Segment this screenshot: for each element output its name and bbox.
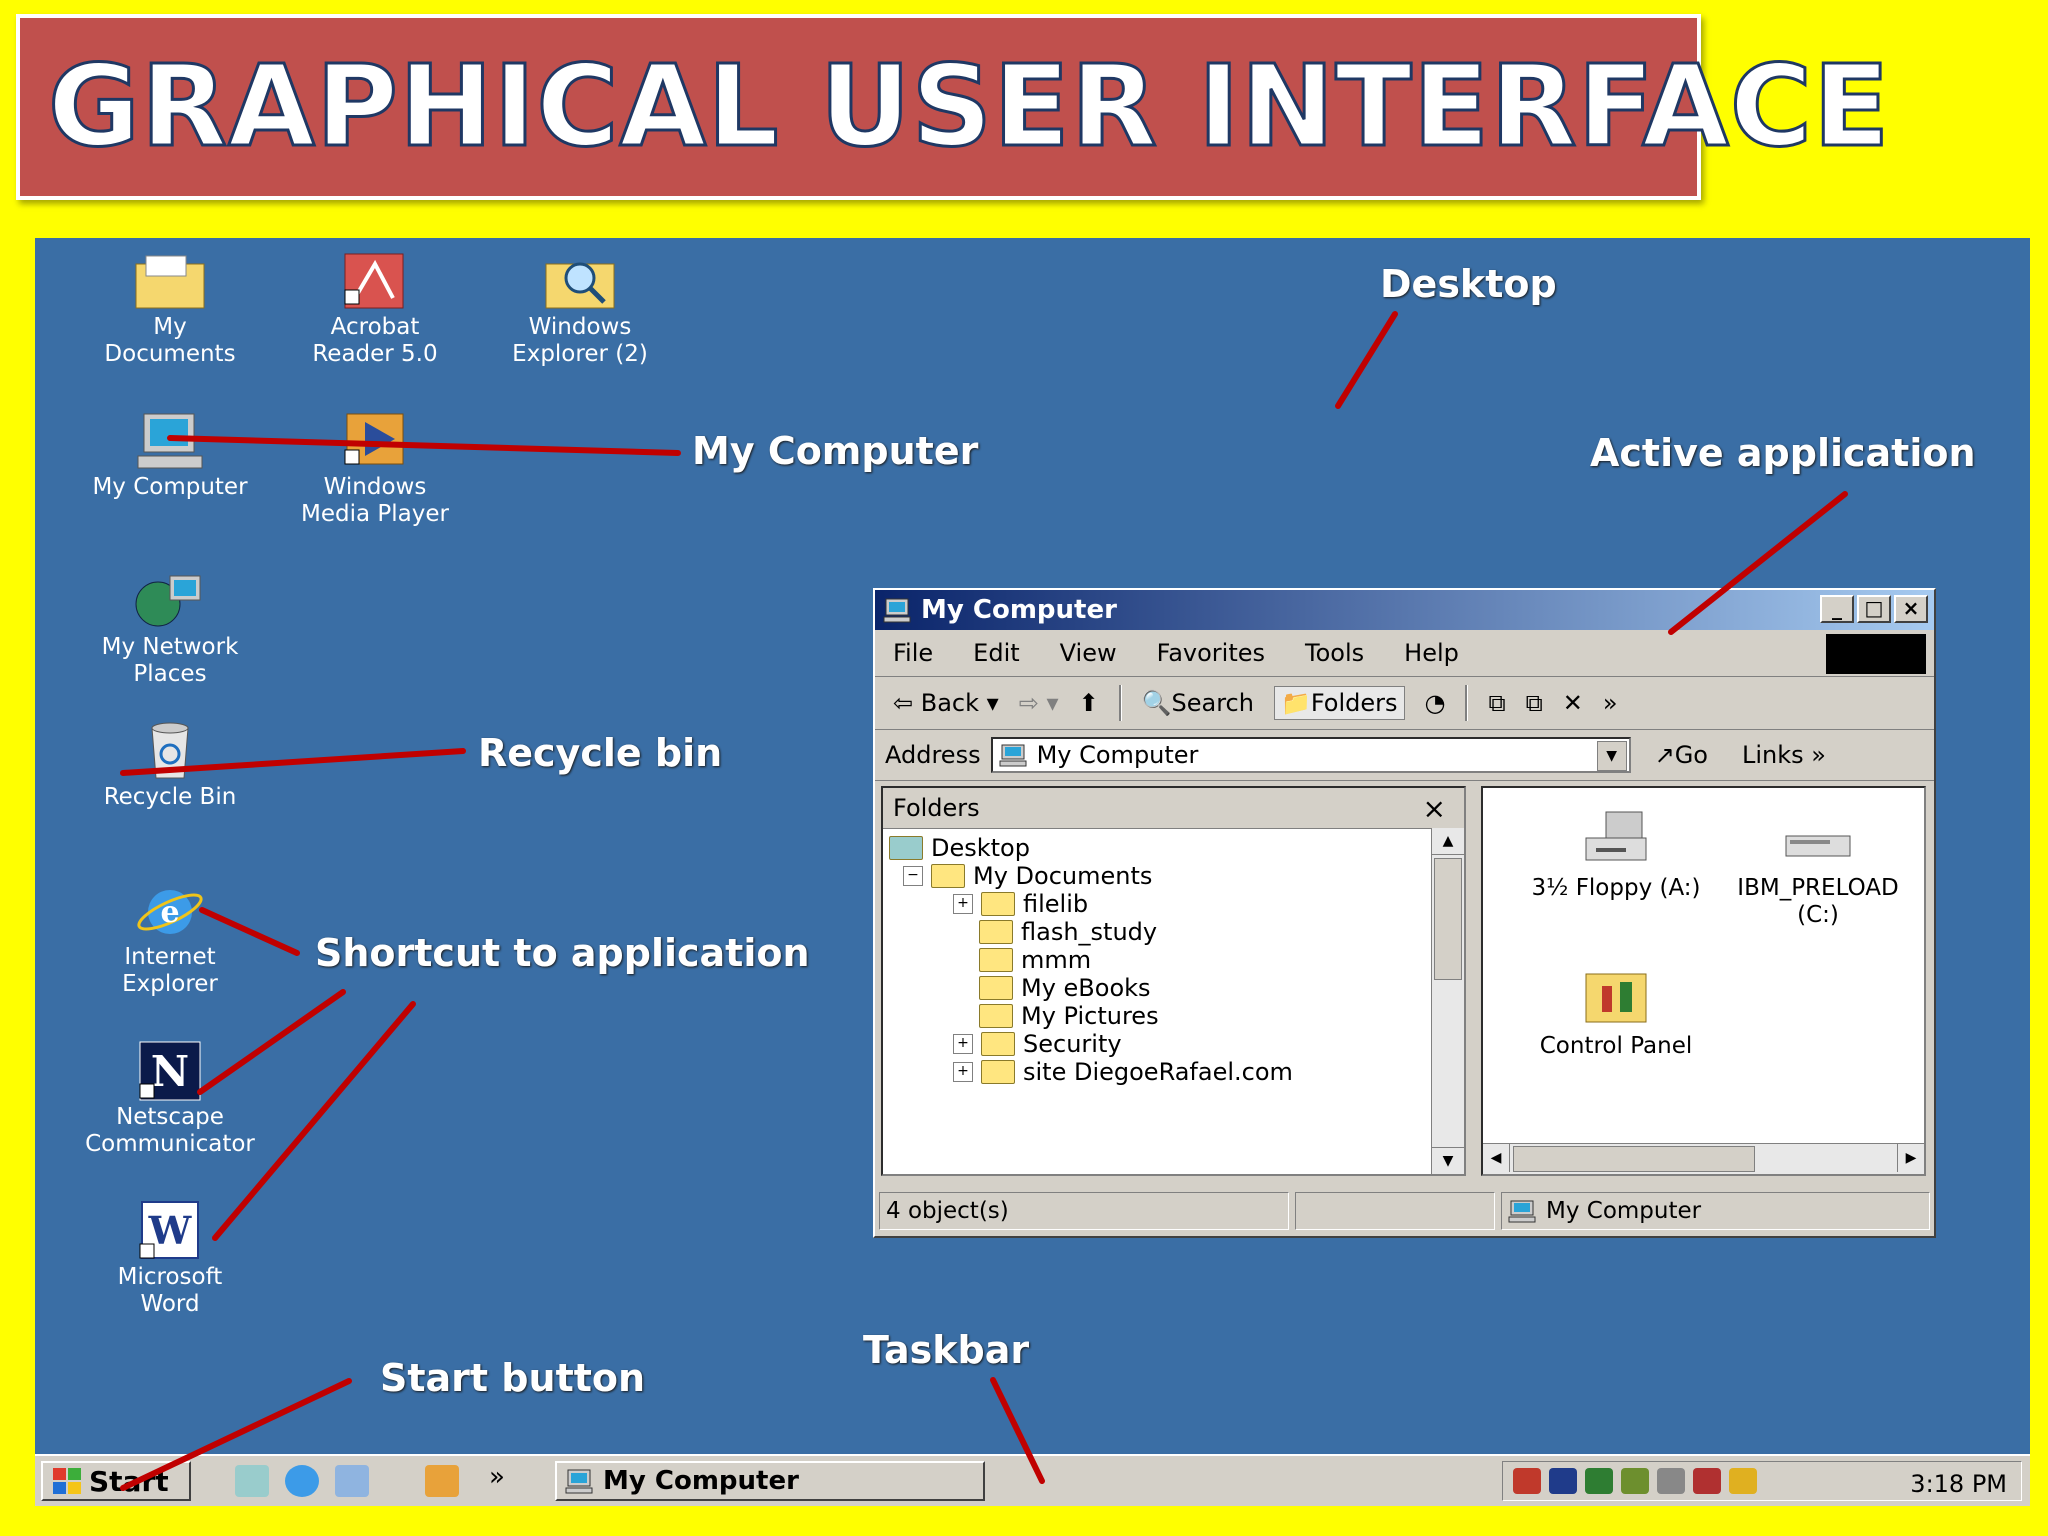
pointer-shortcut-netscape: [197, 989, 346, 1095]
pointer-active-application: [1668, 491, 1848, 635]
pointer-my-computer: [167, 435, 681, 456]
slide-title-banner: GRAPHICAL USER INTERFACE: [16, 14, 1891, 200]
pointer-desktop: [1335, 311, 1398, 409]
pointer-recycle-bin: [120, 748, 466, 776]
desktop-screenshot: My Documents Acrobat Reader 5.0 Windows …: [35, 238, 2030, 1506]
pointer-taskbar: [990, 1377, 1045, 1484]
annotation-pointers: [120, 311, 1848, 1491]
pointer-shortcut-ie: [199, 907, 300, 956]
pointer-shortcut-word: [212, 1001, 416, 1241]
slide-title: GRAPHICAL USER INTERFACE: [47, 41, 1892, 174]
pointer-start-button: [120, 1378, 352, 1491]
